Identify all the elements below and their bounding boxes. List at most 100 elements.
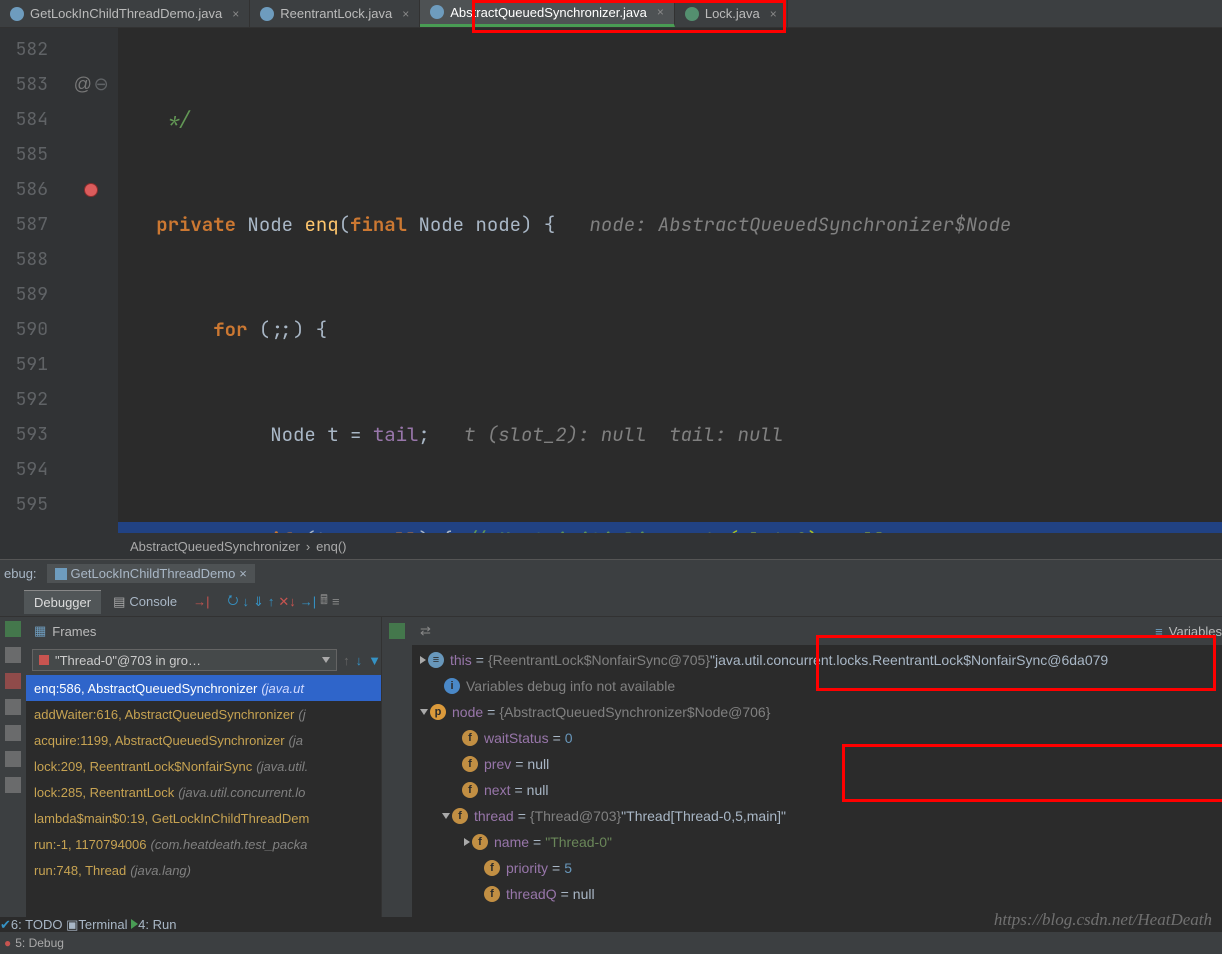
- down-icon[interactable]: [389, 701, 405, 717]
- frames-list[interactable]: enq:586, AbstractQueuedSynchronizer(java…: [26, 675, 381, 917]
- class-icon: [10, 7, 24, 21]
- new-watch-icon[interactable]: [389, 623, 405, 639]
- tab-file-1[interactable]: ReentrantLock.java ×: [250, 0, 420, 27]
- next-frame-icon[interactable]: ↓: [356, 653, 363, 668]
- field-icon: f: [462, 782, 478, 798]
- rerun-icon[interactable]: [5, 621, 21, 637]
- tool-debug[interactable]: ●5: Debug: [4, 936, 64, 950]
- show-watches-icon[interactable]: [389, 753, 405, 769]
- chevron-right-icon: ›: [306, 539, 310, 554]
- remove-watch-icon[interactable]: [389, 649, 405, 665]
- mute-icon[interactable]: [5, 725, 21, 741]
- breadcrumb-method[interactable]: enq(): [316, 539, 346, 554]
- force-step-into-icon[interactable]: ⇓: [253, 594, 264, 610]
- tab-file-3[interactable]: Lock.java ×: [675, 0, 788, 27]
- variables-header: ⇄≡Variables: [412, 617, 1222, 645]
- evaluate-icon[interactable]: 🖩: [320, 591, 328, 613]
- breadcrumb-class[interactable]: AbstractQueuedSynchronizer: [130, 539, 300, 554]
- chevron-down-icon: [322, 657, 330, 663]
- breadcrumb[interactable]: AbstractQueuedSynchronizer › enq(): [0, 533, 1222, 559]
- up-icon[interactable]: [389, 675, 405, 691]
- var-row[interactable]: fprev = null: [412, 751, 1222, 777]
- debug-header: ebug: GetLockInChildThreadDemo ×: [0, 559, 1222, 587]
- resume-icon[interactable]: [5, 647, 21, 663]
- step-over-icon[interactable]: ⭮: [228, 591, 239, 613]
- tab-label: ReentrantLock.java: [280, 6, 392, 21]
- frame-row[interactable]: acquire:1199, AbstractQueuedSynchronizer…: [26, 727, 381, 753]
- tab-file-2[interactable]: AbstractQueuedSynchronizer.java×: [420, 0, 675, 27]
- frame-row[interactable]: enq:586, AbstractQueuedSynchronizer(java…: [26, 675, 381, 701]
- param-icon: p: [430, 704, 446, 720]
- field-icon: f: [462, 756, 478, 772]
- run-to-cursor-icon[interactable]: →|: [300, 594, 316, 609]
- prev-frame-icon[interactable]: ↑: [343, 653, 350, 668]
- object-icon: ≡: [428, 652, 444, 668]
- settings-icon[interactable]: [5, 751, 21, 767]
- frames-header: ▦Frames: [26, 617, 381, 645]
- var-info: iVariables debug info not available: [412, 673, 1222, 699]
- debugger-tab[interactable]: Debugger: [24, 590, 101, 614]
- tab-file-0[interactable]: GetLockInChildThreadDemo.java×: [0, 0, 250, 27]
- collapse-icon[interactable]: [442, 813, 450, 819]
- stop-icon[interactable]: [5, 673, 21, 689]
- tool-window-bar: ●5: Debug: [0, 932, 1222, 954]
- breakpoints-icon[interactable]: [5, 699, 21, 715]
- field-icon: f: [484, 886, 500, 902]
- var-row[interactable]: fnext = null: [412, 777, 1222, 803]
- var-row[interactable]: fname = "Thread-0": [412, 829, 1222, 855]
- debug-sidebar: [0, 617, 26, 917]
- line-numbers: 582583584 585586587 588589590 591592593 …: [0, 28, 64, 533]
- var-row[interactable]: fthread = {Thread@703} "Thread[Thread-0,…: [412, 803, 1222, 829]
- interface-icon: [685, 7, 699, 21]
- debug-panels: ▦Frames "Thread-0"@703 in gro… ↑ ↓ ▼ enq…: [0, 617, 1222, 917]
- variables-panel: ⇄≡Variables ≡this = {ReentrantLock$Nonfa…: [412, 617, 1222, 917]
- var-row[interactable]: fwaitStatus = 0: [412, 725, 1222, 751]
- tab-label: Lock.java: [705, 6, 760, 21]
- collapse-icon[interactable]: [420, 709, 428, 715]
- field-icon: f: [462, 730, 478, 746]
- step-out-icon[interactable]: ↑: [268, 594, 275, 609]
- gutter-marks: @⊖: [64, 28, 118, 533]
- frame-row[interactable]: run:-1, 1170794006(com.heatdeath.test_pa…: [26, 831, 381, 857]
- tool-run[interactable]: 4: Run: [131, 917, 176, 932]
- exit-icon[interactable]: →|: [193, 594, 209, 609]
- close-icon[interactable]: ×: [402, 7, 409, 21]
- close-icon[interactable]: ×: [770, 7, 777, 21]
- close-icon[interactable]: ×: [232, 7, 239, 21]
- frame-row[interactable]: run:748, Thread(java.lang): [26, 857, 381, 883]
- app-icon: [55, 568, 67, 580]
- frame-row[interactable]: lambda$main$0:19, GetLockInChildThreadDe…: [26, 805, 381, 831]
- frames-panel: ▦Frames "Thread-0"@703 in gro… ↑ ↓ ▼ enq…: [26, 617, 382, 917]
- thread-combo[interactable]: "Thread-0"@703 in gro…: [32, 649, 337, 671]
- field-icon: f: [452, 808, 468, 824]
- trace-icon[interactable]: ≡: [332, 594, 340, 609]
- pin-icon[interactable]: [5, 777, 21, 793]
- copy-icon[interactable]: [389, 727, 405, 743]
- close-icon[interactable]: ×: [657, 5, 664, 19]
- frame-row[interactable]: lock:209, ReentrantLock$NonfairSync(java…: [26, 753, 381, 779]
- var-row[interactable]: pnode = {AbstractQueuedSynchronizer$Node…: [412, 699, 1222, 725]
- var-row[interactable]: fpriority = 5: [412, 855, 1222, 881]
- console-tab[interactable]: ▤Console: [105, 594, 185, 610]
- variables-list[interactable]: ≡this = {ReentrantLock$NonfairSync@705} …: [412, 645, 1222, 917]
- code-area[interactable]: */ private Node enq(final Node node) { n…: [118, 28, 1222, 533]
- var-row[interactable]: fthreadQ = null: [412, 881, 1222, 907]
- step-into-icon[interactable]: ↓: [242, 594, 249, 609]
- thread-icon: [39, 655, 49, 665]
- frame-row[interactable]: addWaiter:616, AbstractQueuedSynchronize…: [26, 701, 381, 727]
- close-icon[interactable]: ×: [239, 566, 247, 581]
- filter-icon[interactable]: ▼: [368, 653, 381, 668]
- code-editor[interactable]: 582583584 585586587 588589590 591592593 …: [0, 28, 1222, 533]
- expand-icon[interactable]: [464, 838, 470, 846]
- debugger-toolbar: Debugger ▤Console →| ⭮ ↓ ⇓ ↑ ✕↓ →| 🖩 ≡: [0, 587, 1222, 617]
- var-row[interactable]: ≡this = {ReentrantLock$NonfairSync@705} …: [412, 647, 1222, 673]
- debug-config-tab[interactable]: GetLockInChildThreadDemo ×: [47, 564, 255, 583]
- tool-todo[interactable]: ✔6: TODO: [0, 917, 62, 932]
- thread-selector-row: "Thread-0"@703 in gro… ↑ ↓ ▼: [26, 645, 381, 675]
- breakpoint-icon[interactable]: [84, 183, 98, 197]
- field-icon: f: [484, 860, 500, 876]
- drop-frame-icon[interactable]: ✕↓: [278, 594, 295, 610]
- tool-terminal[interactable]: ▣Terminal: [66, 917, 127, 932]
- expand-icon[interactable]: [420, 656, 426, 664]
- frame-row[interactable]: lock:285, ReentrantLock(java.util.concur…: [26, 779, 381, 805]
